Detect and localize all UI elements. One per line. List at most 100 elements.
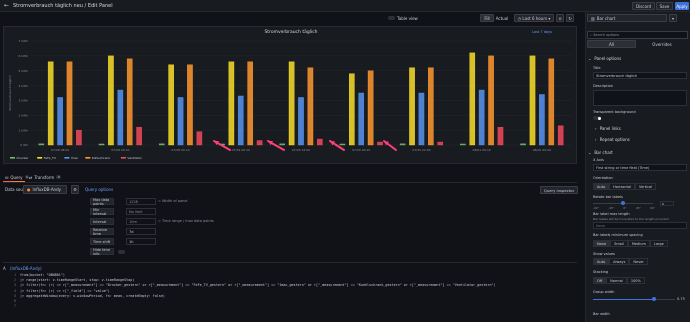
fill-button[interactable]: Fill xyxy=(480,14,494,22)
search-options-input[interactable]: ⌕ Search options xyxy=(587,31,688,39)
legend-label: Imac xyxy=(71,156,79,160)
stacking-off[interactable]: Off xyxy=(593,277,607,284)
title-label: Title xyxy=(593,66,601,70)
query-options-toggle[interactable]: Query options xyxy=(85,187,113,192)
table-view-switch[interactable] xyxy=(388,16,395,20)
x-axis-select[interactable]: First string or time field (Time) xyxy=(593,164,687,171)
back-arrow-icon[interactable]: ← xyxy=(4,2,9,9)
bar xyxy=(288,61,295,146)
show-values-radio[interactable]: Auto Always Never xyxy=(593,258,648,265)
bar xyxy=(237,95,244,146)
panel-links-section[interactable]: › Panel links xyxy=(595,126,621,131)
bar xyxy=(437,141,444,146)
bar xyxy=(339,143,346,146)
spacing-large[interactable]: Large xyxy=(649,240,668,247)
bar xyxy=(228,61,235,146)
bar xyxy=(317,138,323,146)
orientation-auto[interactable]: Auto xyxy=(593,183,610,190)
table-view-label: Table view xyxy=(397,15,418,21)
rotate-ticks: -90° -45° 0° 45° 90° xyxy=(593,206,655,210)
stacking-radio[interactable]: Off Normal 100% xyxy=(593,277,645,284)
x-tick-label: 07/29 12:00 xyxy=(292,148,310,152)
refresh-icon[interactable]: ↻ xyxy=(566,14,574,22)
x-axis-label: X Axis xyxy=(593,158,604,162)
relative-time-input[interactable]: 7d xyxy=(126,228,156,235)
bar xyxy=(548,58,555,146)
show-values-never[interactable]: Never xyxy=(629,258,648,265)
transparent-label: Transparent background xyxy=(593,110,636,114)
max-data-points-input[interactable]: 1228 xyxy=(126,198,156,205)
discard-button[interactable]: Discard xyxy=(632,2,655,10)
spacing-medium[interactable]: Medium xyxy=(627,240,650,247)
visualization-picker[interactable]: ▥ Bar chart xyxy=(587,14,667,22)
zoom-out-icon[interactable]: ⊖ xyxy=(556,14,564,22)
rotate-input[interactable]: 0 xyxy=(660,201,674,206)
tab-transform[interactable]: ⇄ Transform 0 xyxy=(29,172,62,182)
y-tick-label: 5 kWh xyxy=(19,69,29,73)
rotate-slider-thumb[interactable] xyxy=(621,201,625,205)
chevron-right-icon: › xyxy=(595,126,597,131)
interval-hint: = Time range / max data points xyxy=(158,219,214,223)
orientation-horizontal[interactable]: Horizontal xyxy=(609,183,636,190)
stacking-normal[interactable]: Normal xyxy=(606,277,627,284)
bar xyxy=(497,126,504,146)
repeat-options-section[interactable]: › Repeat options xyxy=(595,137,630,142)
transparent-switch[interactable] xyxy=(593,116,601,120)
time-shift-input[interactable]: 1h xyxy=(126,238,156,245)
tab-all[interactable]: All xyxy=(587,40,636,48)
x-tick-label: 08/01 09:00 xyxy=(533,148,551,152)
bar xyxy=(136,126,142,146)
bar xyxy=(126,58,133,146)
show-values-always[interactable]: Always xyxy=(609,258,630,265)
hide-time-info-switch[interactable] xyxy=(118,249,125,254)
datasource-select[interactable]: ● InfluxDB-Andy xyxy=(23,185,67,194)
chevron-down-icon: ⌄ xyxy=(588,56,592,61)
flux-code-editor[interactable]: 1 from(bucket: "DBNB01") 2 |> range(start:… xyxy=(8,273,576,321)
min-interval-label: Min interval xyxy=(90,208,114,216)
apply-button[interactable]: Apply xyxy=(675,2,689,10)
show-values-label: Show values xyxy=(593,252,615,256)
bar xyxy=(367,70,374,146)
legend-swatch xyxy=(64,157,70,159)
min-spacing-radio[interactable]: None Small Medium Large xyxy=(593,240,668,247)
tab-transform-count: 0 xyxy=(56,175,62,179)
min-interval-input[interactable]: No limit xyxy=(126,208,156,215)
description-label: Description xyxy=(593,84,613,88)
bar-chart-icon: ▥ xyxy=(591,15,595,21)
bar xyxy=(307,67,314,146)
table-view-toggle-group[interactable]: Table view xyxy=(388,14,422,22)
bar-width-label: Bar width xyxy=(593,312,610,316)
orientation-vertical[interactable]: Vertical xyxy=(635,183,657,190)
orientation-radio[interactable]: Auto Horizontal Vertical xyxy=(593,183,657,190)
bar-label-max-input[interactable]: None xyxy=(593,222,687,229)
x-tick-label: 07/30 00:10 xyxy=(352,148,370,152)
gear-icon[interactable]: ⚙ xyxy=(71,185,79,194)
query-inspector-button[interactable]: Query inspector xyxy=(540,186,578,194)
spacing-small[interactable]: Small xyxy=(610,240,628,247)
bar-label-max-label: Bar label max length xyxy=(593,212,630,216)
chevron-down-icon[interactable]: ▾ xyxy=(669,14,677,22)
spacing-none[interactable]: None xyxy=(593,240,611,247)
bar xyxy=(47,61,54,146)
title-input[interactable]: Stromverbrauch täglich xyxy=(593,72,687,79)
tab-overrides[interactable]: Overrides xyxy=(637,40,687,48)
time-range-picker[interactable]: ◷ Last 6 hours ▾ xyxy=(514,14,554,22)
tab-query-label: Query xyxy=(10,174,23,180)
bar-chart-section[interactable]: ⌄ Bar chart xyxy=(588,150,613,155)
bar xyxy=(108,55,114,146)
y-tick-label: 4 kWh xyxy=(19,84,29,88)
actual-button[interactable]: Actual xyxy=(494,14,510,22)
save-button[interactable]: Save xyxy=(656,2,673,10)
panel-options-section[interactable]: ⌄ Panel options xyxy=(588,56,621,61)
bar xyxy=(460,143,466,146)
bar xyxy=(409,67,415,146)
legend-swatch xyxy=(120,157,126,159)
show-values-auto[interactable]: Auto xyxy=(593,258,610,265)
stacking-100[interactable]: 100% xyxy=(626,277,645,284)
description-textarea[interactable] xyxy=(593,90,687,106)
bar xyxy=(488,55,494,146)
group-width-thumb[interactable] xyxy=(652,297,656,301)
y-axis-label: Stromverbrauch täglich xyxy=(8,75,12,110)
chevron-down-icon: ⌄ xyxy=(588,150,592,155)
bar xyxy=(539,94,545,146)
